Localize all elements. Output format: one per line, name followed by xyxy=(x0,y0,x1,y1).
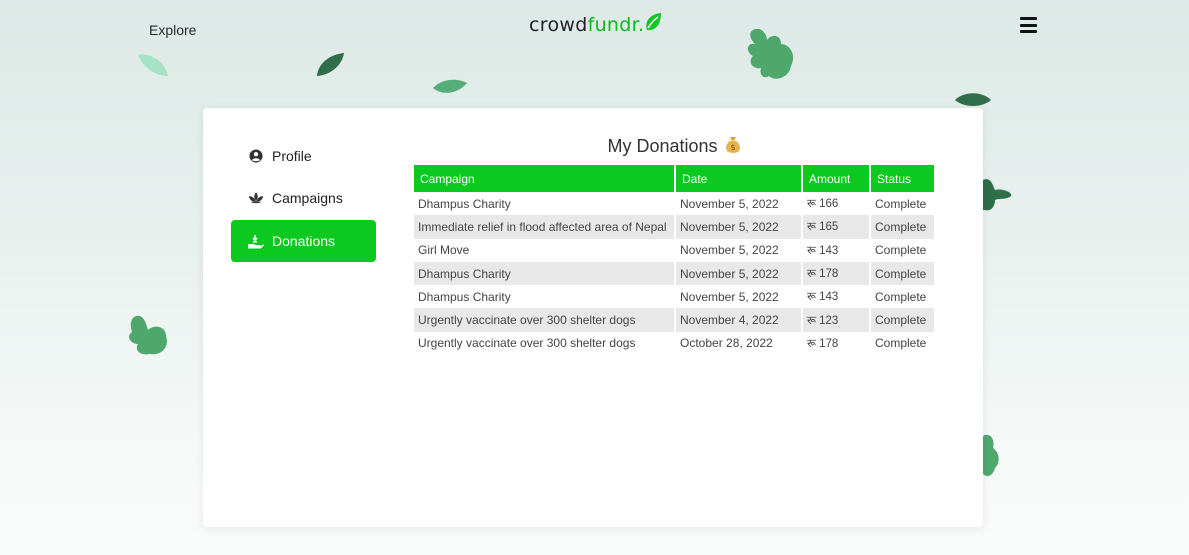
cell-status: Complete xyxy=(871,261,934,286)
cell-campaign: Dhampus Charity xyxy=(418,196,511,211)
sidebar-item-donations[interactable]: Donations xyxy=(231,220,376,262)
cell-date: October 28, 2022 xyxy=(680,336,773,351)
sidebar-item-label: Campaigns xyxy=(272,190,343,206)
logo-text-fundr: fundr. xyxy=(587,14,645,36)
sidebar-item-label: Profile xyxy=(272,148,312,164)
leaf-decoration xyxy=(955,93,991,106)
cell-amount: रू 123 xyxy=(803,308,869,332)
cell-amount: रू 143 xyxy=(807,291,839,304)
page-title: My Donations $ xyxy=(412,136,936,157)
donate-hand-icon xyxy=(248,233,264,249)
cell-campaign: Dhampus Charity xyxy=(414,261,674,286)
column-header-date: Date xyxy=(676,165,801,192)
column-header-amount: Amount xyxy=(803,165,869,192)
cell-date: November 4, 2022 xyxy=(676,308,801,332)
cell-status: Complete xyxy=(875,243,927,258)
cell-amount: रू 165 xyxy=(803,215,869,239)
leaf-decoration xyxy=(983,179,1012,211)
user-circle-icon xyxy=(248,148,264,164)
lotus-icon xyxy=(248,190,264,206)
cell-date: November 5, 2022 xyxy=(680,243,779,258)
logo-text-crowd: crowd xyxy=(529,14,588,36)
table-row: Dhampus Charity November 5, 2022 रू 178 … xyxy=(414,261,934,286)
table-row: Dhampus Charity November 5, 2022 रू 166 … xyxy=(414,192,934,215)
leaf-decoration xyxy=(983,434,999,476)
cell-status: Complete xyxy=(871,215,934,239)
logo-leaf-icon xyxy=(646,13,662,31)
cell-date: November 5, 2022 xyxy=(676,215,801,239)
explore-link[interactable]: Explore xyxy=(149,22,196,38)
table-row: Urgently vaccinate over 300 shelter dogs… xyxy=(414,332,934,355)
table-row: Dhampus Charity November 5, 2022 रू 143 … xyxy=(414,285,934,308)
cell-status: Complete xyxy=(875,289,927,304)
leaf-decoration xyxy=(747,28,794,79)
cell-status: Complete xyxy=(875,196,927,211)
cell-status: Complete xyxy=(871,308,934,332)
cell-date: November 5, 2022 xyxy=(680,196,779,211)
logo[interactable]: crowd fundr. xyxy=(529,13,662,36)
leaf-decoration xyxy=(317,53,344,76)
column-header-campaign: Campaign xyxy=(414,165,674,192)
leaf-decoration xyxy=(129,315,167,355)
page-title-text: My Donations xyxy=(607,136,718,156)
cell-amount: रू 178 xyxy=(803,261,869,286)
column-header-status: Status xyxy=(871,165,934,192)
table-row: Girl Move November 5, 2022 रू 143 Comple… xyxy=(414,239,934,262)
cell-amount: रू 166 xyxy=(807,198,839,211)
cell-campaign: Dhampus Charity xyxy=(418,289,511,304)
table-row: Immediate relief in flood affected area … xyxy=(414,215,934,239)
sidebar-item-campaigns[interactable]: Campaigns xyxy=(231,177,376,219)
cell-date: November 5, 2022 xyxy=(680,289,779,304)
leaf-decoration xyxy=(433,79,467,93)
cell-campaign: Urgently vaccinate over 300 shelter dogs xyxy=(418,336,636,351)
table-header-row: Campaign Date Amount Status xyxy=(414,165,934,192)
cell-date: November 5, 2022 xyxy=(676,261,801,286)
cell-amount: रू 178 xyxy=(807,337,839,350)
cell-status: Complete xyxy=(875,336,927,351)
cell-amount: रू 143 xyxy=(807,244,839,257)
leaf-decoration xyxy=(138,54,168,76)
money-bag-icon: $ xyxy=(725,137,740,153)
donations-table: Campaign Date Amount Status Dhampus Char… xyxy=(412,165,936,355)
cell-campaign: Immediate relief in flood affected area … xyxy=(414,215,674,239)
sidebar-item-label: Donations xyxy=(272,233,336,249)
hamburger-menu-icon[interactable] xyxy=(1020,17,1037,33)
dashboard-card: Profile Campaigns Donations My Donations xyxy=(203,108,983,527)
cell-campaign: Girl Move xyxy=(418,243,470,258)
svg-text:$: $ xyxy=(730,143,735,152)
cell-campaign: Urgently vaccinate over 300 shelter dogs xyxy=(414,308,674,332)
sidebar-item-profile[interactable]: Profile xyxy=(231,135,376,177)
table-row: Urgently vaccinate over 300 shelter dogs… xyxy=(414,308,934,332)
